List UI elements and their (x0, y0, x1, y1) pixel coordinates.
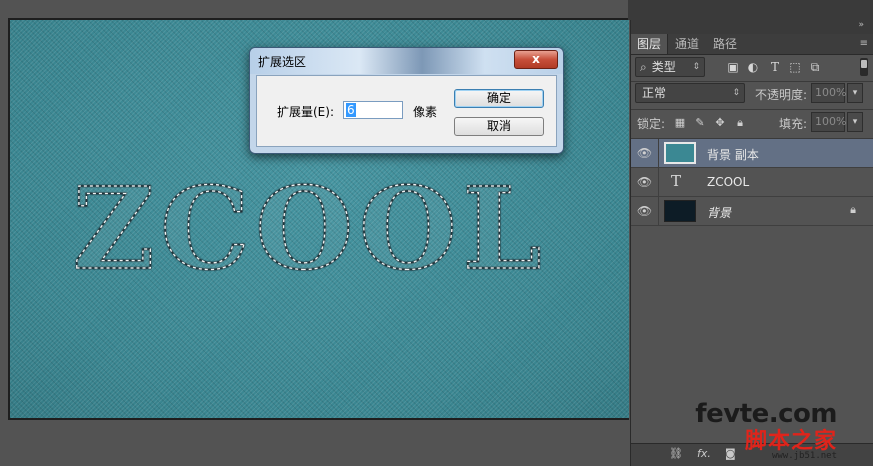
layer-row-background-copy[interactable]: 👁︎ 背景 副本 (631, 139, 873, 168)
filter-toggle-switch[interactable] (860, 58, 868, 76)
panel-topbar: » (631, 20, 873, 34)
dialog-title: 扩展选区 (258, 55, 307, 69)
fill-input[interactable]: 100% (811, 112, 846, 132)
lock-label: 锁定: (637, 117, 666, 131)
lock-icon: 🔒︎ (850, 203, 856, 216)
eye-icon[interactable]: 👁︎ (631, 139, 659, 167)
opacity-input[interactable]: 100% (811, 83, 846, 103)
smart-object-filter-icon[interactable]: ⧉ (807, 59, 823, 75)
fill-label: 填充: (779, 117, 808, 131)
filter-kind-label: 类型 (651, 60, 676, 74)
shape-filter-icon[interactable]: ⬚ (787, 59, 803, 75)
cancel-button[interactable]: 取消 (454, 117, 544, 136)
tab-paths[interactable]: 路径 (707, 34, 743, 54)
ok-button[interactable]: 确定 (454, 89, 544, 108)
layer-thumbnail (664, 200, 696, 222)
layer-thumbnail (664, 142, 696, 164)
watermark: fevte.com 脚本之家 www.jb51.net (695, 399, 837, 461)
divider (631, 81, 873, 82)
lock-transparency-icon[interactable]: ▦ (673, 116, 687, 130)
dialog-titlebar[interactable]: 扩展选区 x (250, 48, 563, 74)
blend-row: 正常 ⇕ 不透明度: 100% ▾ (631, 83, 873, 107)
search-icon: ⌕ (640, 60, 647, 74)
layer-name: ZCOOL (707, 175, 750, 189)
layer-row-background[interactable]: 👁︎ 背景 🔒︎ (631, 197, 873, 226)
zcool-selection-outline: ZCOOL (73, 164, 548, 295)
divider (631, 109, 873, 110)
close-icon[interactable]: x (514, 50, 558, 69)
chevron-updown-icon: ⇕ (732, 88, 740, 98)
opacity-dropdown-icon[interactable]: ▾ (847, 83, 863, 103)
adjustment-filter-icon[interactable]: ◐ (745, 59, 761, 75)
layer-filter-row: ⌕ 类型 ⇕ ▣ ◐ T ⬚ ⧉ (631, 56, 873, 80)
opacity-label: 不透明度: (755, 88, 808, 102)
layer-row-zcool[interactable]: 👁︎ T ZCOOL (631, 168, 873, 197)
lock-row: 锁定: ▦ ✎ ✥ 🔒︎ 填充: 100% ▾ (631, 112, 873, 136)
expand-selection-dialog: 扩展选区 x 扩展量(E): 6 像素 确定 取消 (249, 47, 564, 154)
eye-icon[interactable]: 👁︎ (631, 168, 659, 196)
unit-label: 像素 (413, 105, 438, 119)
chevron-updown-icon: ⇕ (692, 62, 700, 72)
expand-amount-label: 扩展量(E): (277, 105, 334, 119)
lock-all-icon[interactable]: 🔒︎ (733, 116, 747, 130)
lock-pixels-icon[interactable]: ✎ (693, 116, 707, 130)
fill-dropdown-icon[interactable]: ▾ (847, 112, 863, 132)
filter-kind-select[interactable]: ⌕ 类型 ⇕ (635, 57, 705, 77)
layer-name: 背景 (707, 206, 732, 220)
tab-channels[interactable]: 通道 (669, 34, 705, 54)
panel-menu-icon[interactable]: ≡ (860, 38, 868, 49)
dialog-body: 扩展量(E): 6 像素 确定 取消 (256, 75, 557, 147)
link-layers-icon[interactable]: ⛓ (669, 447, 683, 460)
panel-tabbar: 图层 通道 路径 (631, 34, 873, 55)
blend-mode-select[interactable]: 正常 ⇕ (635, 83, 745, 103)
tab-layers[interactable]: 图层 (631, 34, 669, 54)
expand-amount-value: 6 (346, 103, 356, 117)
image-filter-icon[interactable]: ▣ (725, 59, 741, 75)
top-right-strip (628, 0, 873, 20)
eye-icon[interactable]: 👁︎ (631, 197, 659, 225)
layer-name: 背景 副本 (707, 148, 759, 162)
type-filter-icon[interactable]: T (767, 59, 783, 75)
collapse-panel-icon[interactable]: » (858, 20, 864, 30)
blend-mode-value: 正常 (642, 86, 667, 100)
expand-amount-input[interactable]: 6 (343, 101, 403, 119)
text-layer-icon: T (671, 172, 682, 190)
lock-position-icon[interactable]: ✥ (713, 116, 727, 130)
